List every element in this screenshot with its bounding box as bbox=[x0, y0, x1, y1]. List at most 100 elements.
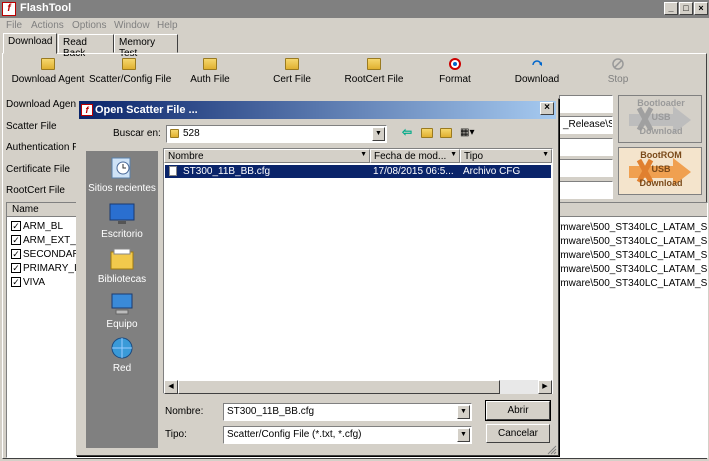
bootrom-label: BootROM bbox=[640, 150, 682, 160]
minimize-icon[interactable]: _ bbox=[664, 2, 678, 15]
rootcert-file-field[interactable] bbox=[559, 181, 613, 199]
place-libraries[interactable]: Bibliotecas bbox=[86, 246, 158, 285]
rootcert-file-button[interactable]: RootCert File bbox=[334, 58, 414, 88]
bootloader-usb-download-button[interactable]: Bootloader USB Download bbox=[618, 95, 702, 143]
look-in-label: Buscar en: bbox=[113, 128, 161, 139]
list-item[interactable]: ✓ ARM_EXT_ bbox=[11, 235, 76, 249]
folder-open-icon bbox=[41, 58, 55, 70]
toolbar-label: RootCert File bbox=[344, 74, 404, 85]
rom-path: rmware\500_ST340LC_LATAM_ST bbox=[557, 278, 707, 289]
authentication-file-label: Authentication Fi bbox=[6, 142, 81, 153]
title-bar: f FlashTool _ □ × bbox=[0, 0, 709, 18]
menu-options[interactable]: Options bbox=[72, 20, 106, 31]
tab-read-back[interactable]: Read Back bbox=[58, 34, 114, 59]
file-type: Archivo CFG bbox=[463, 166, 521, 177]
scatter-config-file-button[interactable]: Scatter/Config File bbox=[89, 58, 172, 88]
column-label: Fecha de mod... bbox=[374, 151, 447, 162]
download-agent-field[interactable] bbox=[559, 95, 613, 113]
stop-button[interactable]: Stop bbox=[578, 58, 658, 88]
menu-actions[interactable]: Actions bbox=[31, 20, 64, 31]
folder-open-icon bbox=[367, 58, 381, 70]
checkbox-icon[interactable]: ✓ bbox=[11, 235, 21, 246]
menu-file[interactable]: File bbox=[6, 20, 22, 31]
close-icon[interactable]: × bbox=[694, 2, 708, 15]
list-item[interactable]: ✓ VIVA bbox=[11, 277, 45, 291]
chevron-down-icon[interactable]: ▼ bbox=[450, 151, 457, 158]
resize-grip-icon[interactable] bbox=[547, 445, 557, 455]
scatter-file-field[interactable]: _Release\S bbox=[559, 116, 613, 134]
list-item[interactable]: ✓ ARM_BL bbox=[11, 221, 63, 235]
file-row[interactable]: ST300_11B_BB.cfg 17/08/2015 06:5... Arch… bbox=[165, 165, 551, 178]
rom-path: rmware\500_ST340LC_LATAM_ST bbox=[557, 236, 707, 247]
list-item[interactable]: ✓ PRIMARY_I bbox=[11, 263, 77, 277]
download-icon bbox=[530, 58, 544, 70]
place-computer[interactable]: Equipo bbox=[86, 291, 158, 330]
toolbar-label: Scatter/Config File bbox=[89, 74, 172, 85]
flashtool-window: f FlashTool _ □ × File Actions Options W… bbox=[0, 0, 709, 461]
checkbox-icon[interactable]: ✓ bbox=[11, 263, 21, 274]
horizontal-scrollbar[interactable]: ◀ ▶ bbox=[164, 380, 552, 394]
look-in-combo[interactable]: 528 ▼ bbox=[166, 125, 387, 143]
column-header-date[interactable]: Fecha de mod... ▼ bbox=[370, 149, 460, 163]
rom-name: PRIMARY_I bbox=[23, 263, 77, 274]
format-button[interactable]: Format bbox=[415, 58, 495, 88]
scroll-right-icon[interactable]: ▶ bbox=[538, 380, 552, 394]
filename-input[interactable]: ST300_11B_BB.cfg ▼ bbox=[223, 403, 472, 421]
rom-path: rmware\500_ST340LC_LATAM_ST bbox=[557, 222, 707, 233]
chevron-down-icon[interactable]: ▼ bbox=[542, 151, 549, 158]
chevron-down-icon[interactable]: ▼ bbox=[360, 151, 367, 158]
open-button[interactable]: Abrir bbox=[485, 400, 551, 421]
scroll-thumb[interactable] bbox=[178, 380, 500, 394]
scroll-left-icon[interactable]: ◀ bbox=[164, 380, 178, 394]
download-agent-button[interactable]: Download Agent bbox=[8, 58, 88, 88]
up-folder-icon[interactable] bbox=[421, 128, 433, 138]
new-folder-icon[interactable] bbox=[440, 128, 452, 138]
format-icon bbox=[448, 58, 462, 70]
place-network[interactable]: Red bbox=[86, 335, 158, 374]
place-recent[interactable]: Sitios recientes bbox=[86, 155, 158, 194]
folder-open-icon bbox=[203, 58, 217, 70]
cancel-button[interactable]: Cancelar bbox=[486, 424, 550, 443]
dialog-title-bar: f Open Scatter File ... bbox=[79, 101, 556, 119]
close-icon[interactable]: × bbox=[540, 102, 554, 115]
place-label: Escritorio bbox=[101, 229, 143, 240]
bootloader-label: Bootloader bbox=[637, 98, 685, 108]
libraries-icon bbox=[110, 248, 134, 270]
view-menu-icon[interactable]: ▦▾ bbox=[460, 127, 480, 139]
chevron-down-icon[interactable]: ▼ bbox=[457, 428, 470, 442]
checkbox-icon[interactable]: ✓ bbox=[11, 221, 21, 232]
tab-memory-test[interactable]: Memory Test bbox=[114, 34, 178, 59]
toolbar-label: Stop bbox=[607, 74, 629, 85]
place-desktop[interactable]: Escritorio bbox=[86, 201, 158, 240]
bootrom-usb-download-button[interactable]: BootROM USB Download bbox=[618, 147, 702, 195]
cert-file-button[interactable]: Cert File bbox=[252, 58, 332, 88]
rootcert-file-label: RootCert File bbox=[6, 185, 65, 196]
toolbar-label: Auth File bbox=[190, 74, 230, 85]
certificate-file-field[interactable] bbox=[559, 159, 613, 177]
list-item[interactable]: ✓ SECONDAR bbox=[11, 249, 80, 263]
tab-download[interactable]: Download bbox=[3, 33, 57, 54]
rom-name: ARM_EXT_ bbox=[23, 235, 76, 246]
auth-file-button[interactable]: Auth File bbox=[170, 58, 250, 88]
file-icon bbox=[169, 166, 177, 176]
place-label: Bibliotecas bbox=[97, 274, 147, 285]
computer-icon bbox=[111, 293, 133, 315]
app-icon: f bbox=[2, 2, 16, 16]
checkbox-icon[interactable]: ✓ bbox=[11, 249, 21, 260]
column-label: Tipo bbox=[464, 151, 484, 162]
place-label: Red bbox=[112, 363, 132, 374]
chevron-down-icon[interactable]: ▼ bbox=[372, 127, 385, 141]
authentication-file-field[interactable] bbox=[559, 138, 613, 156]
checkbox-icon[interactable]: ✓ bbox=[11, 277, 21, 288]
menu-help[interactable]: Help bbox=[157, 20, 178, 31]
back-icon[interactable]: ⇦ bbox=[402, 126, 414, 139]
file-type-select[interactable]: Scatter/Config File (*.txt, *.cfg) ▼ bbox=[223, 426, 472, 444]
rom-name: SECONDAR bbox=[23, 249, 80, 260]
menu-window[interactable]: Window bbox=[114, 20, 150, 31]
column-header-type[interactable]: Tipo ▼ bbox=[460, 149, 552, 163]
chevron-down-icon[interactable]: ▼ bbox=[457, 405, 470, 419]
recent-places-icon bbox=[111, 157, 131, 179]
download-button[interactable]: Download bbox=[497, 58, 577, 88]
maximize-icon[interactable]: □ bbox=[679, 2, 693, 15]
column-header-name[interactable]: Nombre ▼ bbox=[164, 149, 370, 163]
